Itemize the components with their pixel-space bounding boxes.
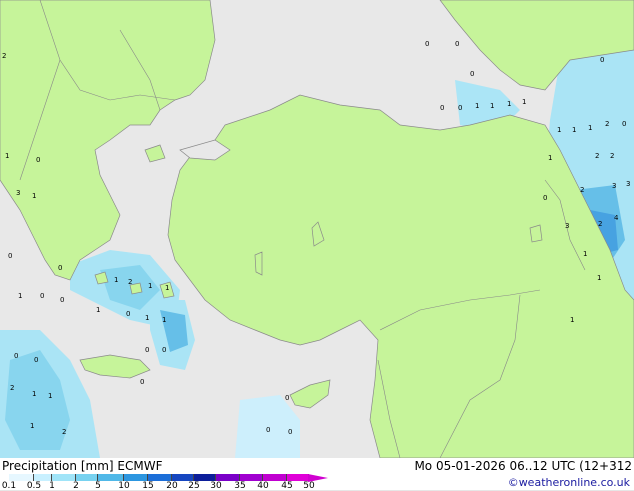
precip-value: 3: [565, 222, 569, 230]
precip-value: 2: [598, 220, 602, 228]
precip-value: 2: [128, 278, 132, 286]
precip-value: 1: [18, 292, 22, 300]
legend-swatch: [9, 474, 34, 481]
precip-value: 0: [458, 104, 462, 112]
model-label: ECMWF: [117, 459, 163, 473]
precip-value: 1: [165, 284, 169, 292]
precip-value: 1: [583, 250, 587, 258]
precip-value: 1: [48, 392, 52, 400]
legend-swatch: [240, 474, 263, 481]
precip-value: 0: [36, 156, 40, 164]
precip-value: 4: [614, 214, 619, 222]
precip-value: 1: [162, 316, 166, 324]
precip-value: 0: [58, 264, 62, 272]
precip-value: 2: [10, 384, 14, 392]
precip-value: 1: [570, 316, 574, 324]
precip-value: 1: [32, 390, 36, 398]
precip-value: 0: [470, 70, 474, 78]
precip-value: 3: [626, 180, 630, 188]
legend-swatch: [98, 474, 124, 481]
precip-value: 1: [114, 276, 118, 284]
precip-value: 0: [60, 296, 64, 304]
legend-swatch: [287, 474, 309, 481]
precip-value: 1: [32, 192, 36, 200]
map-canvas: 0 0 0 0 0 1 1 1 1 1 2 2 2 2 3 3 3 4 0 1 …: [0, 0, 634, 458]
legend-swatch: [124, 474, 148, 481]
precipitation-map: 0 0 0 0 0 1 1 1 1 1 2 2 2 2 3 3 3 4 0 1 …: [0, 0, 634, 458]
legend-swatch: [172, 474, 194, 481]
map-title: Precipitation [mm] ECMWF: [2, 459, 162, 473]
legend-swatch: [148, 474, 172, 481]
precip-value: 0: [455, 40, 459, 48]
precip-value: 2: [610, 152, 614, 160]
credit-link[interactable]: ©weatheronline.co.uk: [508, 476, 630, 489]
precip-value: 1: [148, 282, 152, 290]
precip-value: 0: [288, 428, 292, 436]
precip-value: 1: [490, 102, 494, 110]
precip-value: 2: [595, 152, 599, 160]
precip-value: 1: [557, 126, 561, 134]
precip-value: 0: [266, 426, 270, 434]
precip-value: 1: [548, 154, 552, 162]
precip-value: 1: [96, 306, 100, 314]
precip-value: 1: [145, 314, 149, 322]
precip-value: 1: [572, 126, 576, 134]
precip-value: 3: [612, 182, 616, 190]
precip-value: 0: [440, 104, 444, 112]
precip-value: 0: [145, 346, 149, 354]
valid-time: Mo 05-01-2026 06..12 UTC (12+312: [414, 459, 632, 473]
legend-swatch: [34, 474, 52, 481]
precip-value: 2: [580, 186, 584, 194]
precip-value: 0: [162, 346, 166, 354]
precip-value: 2: [2, 52, 6, 60]
precip-value: 1: [522, 98, 526, 106]
legend-swatch: [216, 474, 240, 481]
precip-value: 0: [425, 40, 429, 48]
precip-value: 1: [30, 422, 34, 430]
precip-value: 0: [140, 378, 144, 386]
precip-value: 3: [16, 189, 20, 197]
precip-value: 2: [62, 428, 66, 436]
precip-value: 0: [285, 394, 289, 402]
precip-value: 0: [34, 356, 38, 364]
precip-value: 0: [543, 194, 547, 202]
precip-value: 1: [507, 100, 511, 108]
product-label: Precipitation [mm]: [2, 459, 114, 473]
precip-value: 1: [475, 102, 479, 110]
legend-swatch: [52, 474, 76, 481]
precip-value: 1: [597, 274, 601, 282]
precip-value: 0: [14, 352, 18, 360]
precip-value: 2: [605, 120, 609, 128]
precip-value: 0: [600, 56, 604, 64]
precip-value: 1: [5, 152, 9, 160]
footer: Precipitation [mm] ECMWF Mo 05-01-2026 0…: [0, 458, 634, 491]
precip-value: 0: [8, 252, 12, 260]
legend-swatch: [263, 474, 287, 481]
legend-swatch: [194, 474, 216, 481]
precip-value: 0: [622, 120, 626, 128]
precip-value: 0: [126, 310, 130, 318]
precip-value: 0: [40, 292, 44, 300]
precip-value: 1: [588, 124, 592, 132]
legend-swatch: [76, 474, 98, 481]
